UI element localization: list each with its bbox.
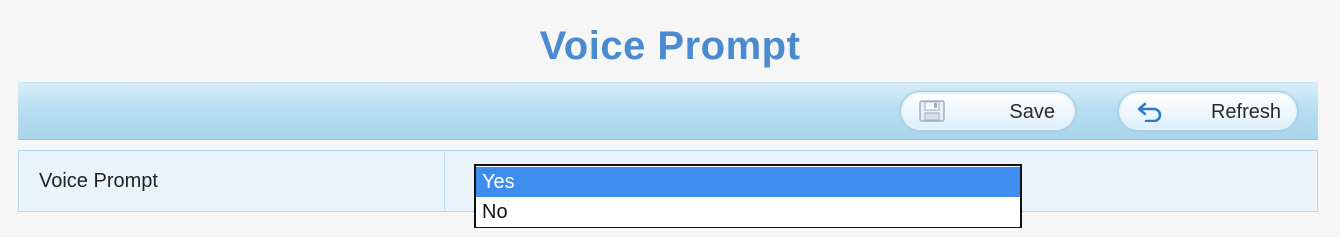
voice-prompt-dropdown[interactable]: Yes No [474, 164, 1022, 228]
option-yes[interactable]: Yes [476, 167, 1020, 197]
save-icon [919, 100, 945, 122]
refresh-icon [1137, 102, 1162, 122]
toolbar: Save Refresh [18, 82, 1318, 140]
save-button-label: Save [1009, 101, 1055, 123]
option-no[interactable]: No [476, 197, 1020, 227]
voice-prompt-page: Voice Prompt Save Refresh Voice Prompt Y… [0, 0, 1340, 237]
refresh-button[interactable]: Refresh [1118, 91, 1298, 131]
page-title: Voice Prompt [539, 24, 801, 68]
voice-prompt-label: Voice Prompt [39, 170, 158, 192]
save-button[interactable]: Save [900, 91, 1076, 131]
row-label-cell: Voice Prompt [19, 151, 445, 211]
refresh-button-label: Refresh [1210, 101, 1281, 123]
